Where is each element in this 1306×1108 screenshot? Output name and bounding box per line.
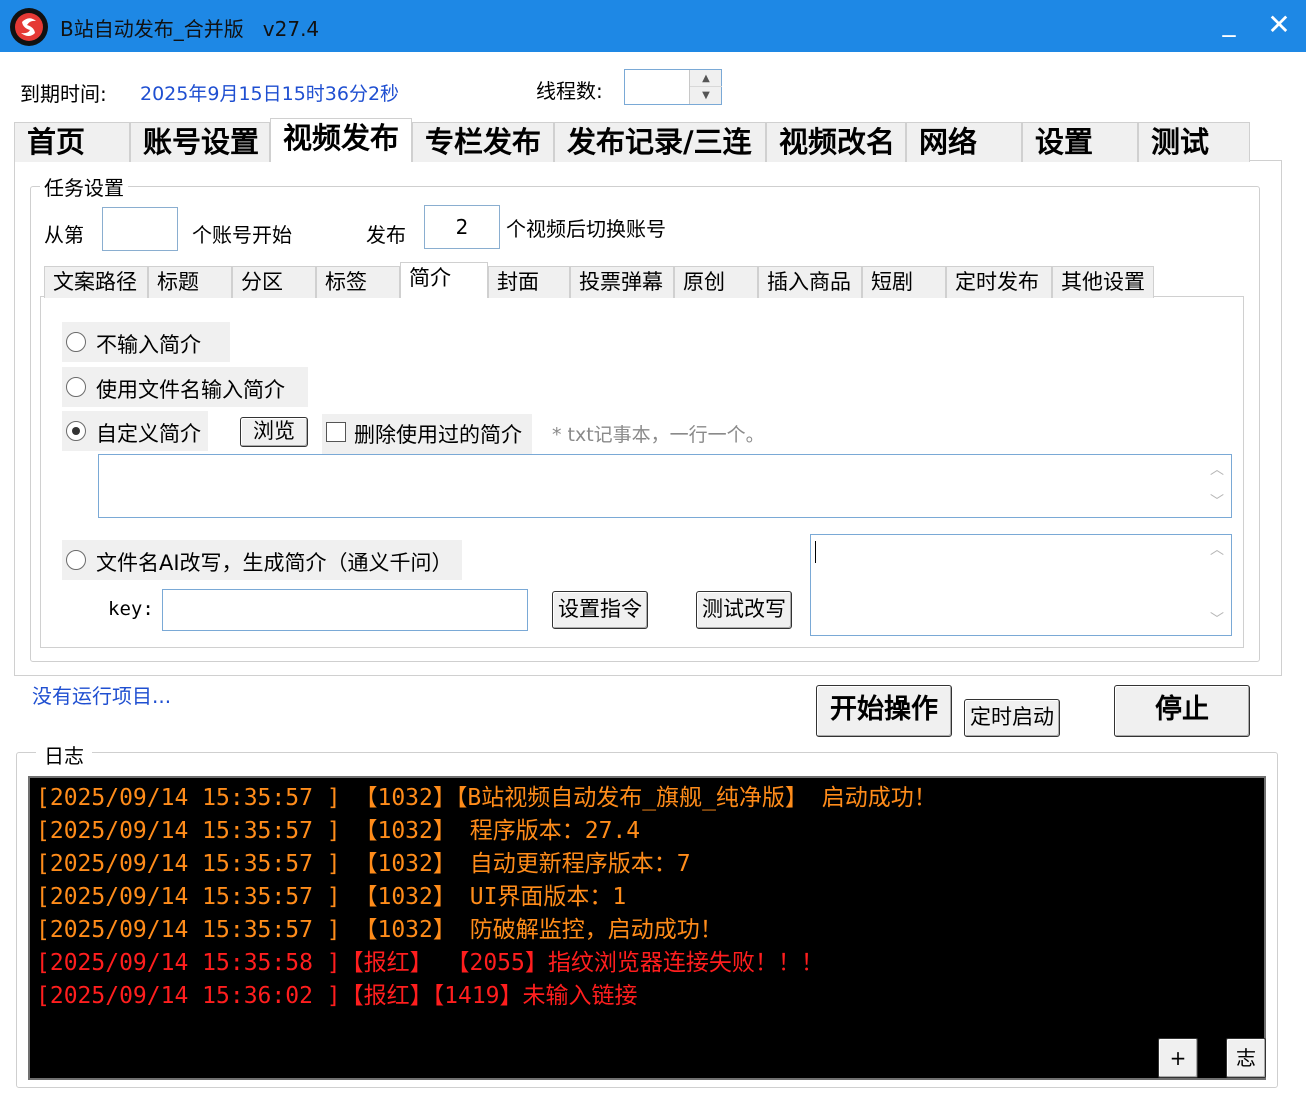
log-add-button[interactable]: + bbox=[1158, 1038, 1198, 1078]
option-no-intro-label: 不输入简介 bbox=[96, 333, 201, 357]
subtab-scheduled-publish[interactable]: 定时发布 bbox=[946, 266, 1052, 298]
subtab-intro[interactable]: 简介 bbox=[400, 262, 488, 298]
scroll-down-icon[interactable]: ﹀ bbox=[1204, 490, 1230, 514]
log-line: [2025/09/14 15:35:57 ] 【1032】 程序版本：27.4 bbox=[36, 818, 641, 844]
stop-button[interactable]: 停止 bbox=[1114, 685, 1250, 737]
tab-video-rename[interactable]: 视频改名 bbox=[766, 122, 906, 162]
log-line: [2025/09/14 15:35:57 ] 【1032】 自动更新程序版本：7 bbox=[36, 851, 691, 877]
delete-used-label: 删除使用过的简介 bbox=[354, 423, 522, 447]
radio-filename-intro[interactable] bbox=[66, 377, 86, 397]
subtab-copy-path[interactable]: 文案路径 bbox=[44, 266, 148, 298]
delete-used-checkbox[interactable] bbox=[326, 422, 346, 442]
option-ai-intro[interactable]: 文件名AI改写，生成简介（通义千问） bbox=[62, 540, 462, 580]
expire-label: 到期时间: bbox=[20, 82, 107, 106]
tab-test[interactable]: 测试 bbox=[1138, 122, 1250, 162]
scroll-down-icon[interactable]: ﹀ bbox=[1204, 608, 1230, 632]
log-console[interactable]: [2025/09/14 15:35:57 ] 【1032】【B站视频自动发布_旗… bbox=[28, 776, 1266, 1080]
timed-start-button[interactable]: 定时启动 bbox=[964, 699, 1060, 737]
subtab-cover[interactable]: 封面 bbox=[488, 266, 570, 298]
option-filename-intro-label: 使用文件名输入简介 bbox=[96, 378, 285, 402]
threads-spin-buttons: ▲ ▼ bbox=[689, 70, 722, 104]
custom-intro-textarea[interactable]: ︿ ﹀ bbox=[98, 454, 1232, 518]
expire-value: 2025年9月15日15时36分2秒 bbox=[140, 83, 400, 105]
publish-label: 发布 bbox=[366, 223, 406, 247]
spin-down-icon[interactable]: ▼ bbox=[690, 87, 722, 104]
task-settings-title: 任务设置 bbox=[40, 172, 128, 201]
threads-spinbox[interactable]: ▲ ▼ bbox=[624, 69, 722, 105]
subtab-short-drama[interactable]: 短剧 bbox=[862, 266, 946, 298]
tab-column-publish[interactable]: 专栏发布 bbox=[412, 122, 554, 162]
log-line: [2025/09/14 15:36:02 ]【报红】【1419】未输入链接 bbox=[36, 983, 638, 1009]
radio-custom-intro[interactable] bbox=[66, 421, 86, 441]
log-line: [2025/09/14 15:35:57 ] 【1032】 防破解监控，启动成功… bbox=[36, 917, 723, 943]
log-line: [2025/09/14 15:35:58 ]【报红】 【2055】指纹浏览器连接… bbox=[36, 950, 824, 976]
subtab-other-settings[interactable]: 其他设置 bbox=[1052, 266, 1154, 298]
ai-output-textarea[interactable]: ︿ ﹀ bbox=[810, 534, 1232, 636]
option-ai-intro-label: 文件名AI改写，生成简介（通义千问） bbox=[96, 551, 453, 575]
close-button[interactable]: ✕ bbox=[1264, 8, 1294, 42]
tab-account-settings[interactable]: 账号设置 bbox=[130, 122, 270, 162]
tab-network[interactable]: 网络 bbox=[906, 122, 1022, 162]
delete-used-option[interactable]: 删除使用过的简介 bbox=[322, 414, 532, 454]
radio-ai-intro[interactable] bbox=[66, 550, 86, 570]
minimize-button[interactable]: _ bbox=[1214, 8, 1244, 42]
sub-tabs: 文案路径 标题 分区 标签 简介 封面 投票弹幕 原创 插入商品 短剧 定时发布… bbox=[44, 262, 1244, 298]
set-prompt-button[interactable]: 设置指令 bbox=[552, 591, 648, 629]
start-account-input[interactable] bbox=[102, 207, 178, 251]
app-logo-icon bbox=[8, 6, 50, 48]
tab-settings[interactable]: 设置 bbox=[1022, 122, 1138, 162]
custom-intro-scrollbar[interactable]: ︿ ﹀ bbox=[1204, 456, 1230, 516]
browse-button[interactable]: 浏览 bbox=[240, 417, 308, 447]
tab-home[interactable]: 首页 bbox=[14, 122, 130, 162]
tab-video-publish[interactable]: 视频发布 bbox=[270, 118, 412, 162]
radio-no-intro[interactable] bbox=[66, 332, 86, 352]
intro-hint: * txt记事本，一行一个。 bbox=[552, 424, 765, 446]
key-input[interactable] bbox=[162, 589, 528, 631]
scroll-up-icon[interactable]: ︿ bbox=[1204, 538, 1230, 562]
start-button[interactable]: 开始操作 bbox=[816, 685, 952, 737]
log-view-button[interactable]: 志 bbox=[1226, 1038, 1266, 1078]
main-tabs: 首页 账号设置 视频发布 专栏发布 发布记录/三连 视频改名 网络 设置 测试 bbox=[14, 118, 1282, 162]
subtab-title[interactable]: 标题 bbox=[148, 266, 232, 298]
from-label: 从第 bbox=[44, 223, 84, 247]
subtab-insert-product[interactable]: 插入商品 bbox=[758, 266, 862, 298]
switch-count-input[interactable]: 2 bbox=[424, 205, 500, 249]
key-label: key: bbox=[108, 598, 154, 620]
log-line: [2025/09/14 15:35:57 ] 【1032】 UI界面版本：1 bbox=[36, 884, 627, 910]
subtab-original[interactable]: 原创 bbox=[674, 266, 758, 298]
option-custom-intro-label: 自定义简介 bbox=[96, 422, 201, 446]
spin-up-icon[interactable]: ▲ bbox=[690, 70, 722, 87]
option-custom-intro[interactable]: 自定义简介 bbox=[62, 411, 208, 451]
window-title: B站自动发布_合并版 v27.4 bbox=[60, 17, 320, 41]
option-filename-intro[interactable]: 使用文件名输入简介 bbox=[62, 367, 308, 407]
tab-publish-records[interactable]: 发布记录/三连 bbox=[554, 122, 766, 162]
switch-count-suffix: 个视频后切换账号 bbox=[506, 217, 666, 241]
option-no-intro[interactable]: 不输入简介 bbox=[62, 322, 230, 362]
subtab-tags[interactable]: 标签 bbox=[316, 266, 400, 298]
scroll-up-icon[interactable]: ︿ bbox=[1204, 458, 1230, 482]
subtab-vote-danmaku[interactable]: 投票弹幕 bbox=[570, 266, 674, 298]
start-account-suffix: 个账号开始 bbox=[192, 223, 292, 247]
text-cursor bbox=[815, 541, 816, 563]
test-rewrite-button[interactable]: 测试改写 bbox=[696, 591, 792, 629]
threads-label: 线程数: bbox=[536, 79, 603, 103]
status-text: 没有运行项目... bbox=[32, 684, 172, 708]
log-line: [2025/09/14 15:35:57 ] 【1032】【B站视频自动发布_旗… bbox=[36, 785, 937, 811]
subtab-category[interactable]: 分区 bbox=[232, 266, 316, 298]
log-title: 日志 bbox=[36, 740, 92, 769]
ai-output-scrollbar[interactable]: ︿ ﹀ bbox=[1204, 536, 1230, 634]
